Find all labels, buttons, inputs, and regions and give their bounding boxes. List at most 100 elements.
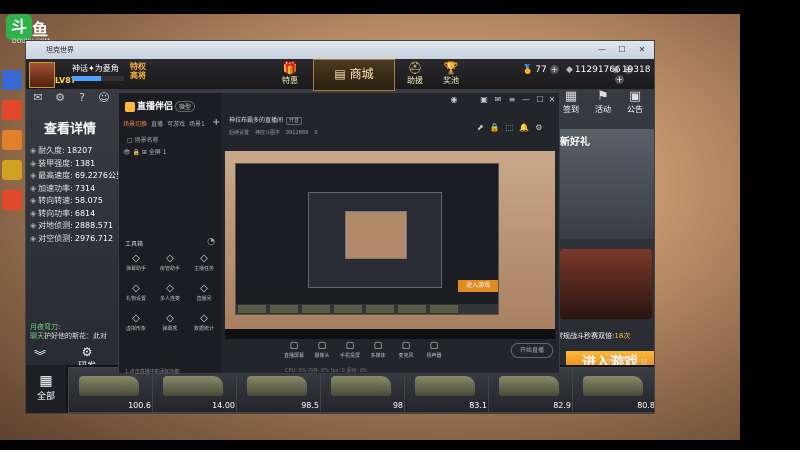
desktop-icon[interactable] xyxy=(2,160,22,180)
stream-tool-icons: ⬈ 🔒 ⬚ 🔔 ⚙ xyxy=(477,123,557,132)
desktop-icon[interactable] xyxy=(2,100,22,120)
tank-image xyxy=(415,376,475,396)
settings-icon[interactable]: ⚙ xyxy=(535,123,542,132)
notification-icon[interactable]: ◉ xyxy=(449,95,459,104)
right-menu: ▦ 签到 ⚑ 活动 ▣ 公告 xyxy=(556,89,654,129)
start-live-button[interactable]: 开始直播 xyxy=(511,343,553,358)
help-icon[interactable]: ? xyxy=(74,91,90,107)
shop-button[interactable]: ▤ 商城 xyxy=(313,59,395,91)
all-tanks-button[interactable]: ▦ 全部 xyxy=(26,365,66,413)
maximize-icon[interactable]: ☐ xyxy=(535,95,545,104)
share-icon[interactable]: ⬈ xyxy=(477,123,484,132)
source-button[interactable]: ▢ 麦克风 xyxy=(393,341,419,359)
mail-icon[interactable]: ✉ xyxy=(493,95,503,104)
task-icon: ◇ xyxy=(200,253,208,264)
scene-row[interactable]: 👁 🔒 ⊞ 全屏 1 xyxy=(123,147,219,156)
player-name: 神话✦为菱角 xyxy=(72,64,119,73)
bell-icon[interactable]: 🔔 xyxy=(519,123,529,132)
desktop-icon[interactable] xyxy=(2,130,22,150)
support-button[interactable]: ⛑ 助援 xyxy=(398,61,432,87)
special-offer-button[interactable]: 🎁 特惠 xyxy=(272,61,308,87)
tool-item[interactable]: ◇ 弹幕助手 xyxy=(119,253,153,277)
scene-tab[interactable]: 可游戏 xyxy=(167,121,185,128)
gold-icon: ◉ xyxy=(612,65,620,75)
mail-icon[interactable]: ✉ xyxy=(30,91,46,107)
notice-button[interactable]: ▣ 公告 xyxy=(620,89,650,115)
tank-score: 80.8 xyxy=(637,401,654,410)
checkin-button[interactable]: ▦ 签到 xyxy=(556,89,586,115)
camera-icon: ▢ xyxy=(317,341,327,351)
tool-item[interactable]: ◇ 房管助手 xyxy=(153,253,187,277)
preview-enter-button: 进入游戏 xyxy=(458,280,498,292)
close-icon[interactable]: ✕ xyxy=(547,95,557,104)
logo-icon xyxy=(125,101,135,112)
tank-score: 98.5 xyxy=(301,401,319,410)
room-title[interactable]: 神拉布霸多的直播间 开直 xyxy=(229,115,303,125)
view-details-button[interactable]: 查看详情 xyxy=(30,119,110,141)
tool-item[interactable]: ◇ 直播间 xyxy=(187,283,221,307)
tool-item[interactable]: ◇ 多人连麦 xyxy=(153,283,187,307)
source-button[interactable]: ▢ 直播屏幕 xyxy=(281,341,307,359)
window-titlebar: 坦克世界 — ☐ ✕ xyxy=(26,41,654,59)
mic-icon: ▢ xyxy=(401,341,411,351)
resource-medals: 🏅 77 + xyxy=(522,65,559,75)
source-button[interactable]: ▢ 摄像头 xyxy=(309,341,335,359)
tool-item[interactable]: ◇ 主播任务 xyxy=(187,253,221,277)
tank-score: 98 xyxy=(392,401,403,410)
coin-icon: ◆ xyxy=(566,65,573,75)
screen-icon: ▢ xyxy=(289,341,299,351)
rank-badge: 特权 高将 xyxy=(130,62,146,80)
shield-icon: ◈ xyxy=(30,146,37,155)
gift-banner[interactable]: 新好礼 xyxy=(554,129,654,239)
source-button[interactable]: ▢ 扬声器 xyxy=(421,341,447,359)
power-icon: ◈ xyxy=(30,183,37,193)
scene-tab[interactable]: 场景1 xyxy=(189,121,205,128)
add-scene-icon[interactable]: + xyxy=(212,117,220,128)
tool-item[interactable]: ◇ 数据统计 xyxy=(187,313,221,337)
tank-image xyxy=(79,376,139,396)
scene-tab[interactable]: 场景切换 xyxy=(123,121,147,128)
stream-main: ◉ ▣ ✉ ≡ — ☐ ✕ 神拉布霸多的直播间 开直 后续设置 神控斗图平 99128… xyxy=(221,93,559,374)
lock-icon[interactable]: 🔒 xyxy=(490,123,500,132)
speaker-icon: ▢ xyxy=(429,341,439,351)
chart-icon: ◇ xyxy=(200,313,208,324)
tool-item[interactable]: ◇ 礼物设置 xyxy=(119,283,153,307)
add-icon[interactable]: + xyxy=(615,75,624,84)
minimize-icon[interactable]: — xyxy=(521,95,531,104)
source-button[interactable]: ▢ 手机投屏 xyxy=(337,341,363,359)
activity-button[interactable]: ⚑ 活动 xyxy=(588,89,618,115)
close-icon[interactable]: ✕ xyxy=(632,43,652,56)
scene-tab[interactable]: 直播 xyxy=(151,121,163,128)
chat-panel[interactable]: 月夜弯刀: 聊天护好他的斯花：此对 xyxy=(30,323,120,341)
settings-icon[interactable]: ⚙ xyxy=(52,91,68,107)
add-icon[interactable]: + xyxy=(549,65,559,74)
minimize-icon[interactable]: — xyxy=(592,43,612,56)
skin-icon[interactable]: ▣ xyxy=(479,95,489,104)
source-button[interactable]: ▢ 多媒体 xyxy=(365,341,391,359)
exp-bar-fill xyxy=(72,76,101,81)
exp-bar xyxy=(72,76,124,81)
maximize-icon[interactable]: ☐ xyxy=(612,43,632,56)
stream-status: CPU: 0% 内存: 0% fps: 0 丢帧: 0% xyxy=(285,368,368,374)
room-meta: 后续设置 神控斗图平 9912888 0 xyxy=(229,130,318,136)
expand-icon[interactable]: ◔ xyxy=(207,237,215,247)
menu-icon[interactable]: ≡ xyxy=(507,95,517,104)
engine-icon: ◈ xyxy=(30,208,37,218)
tool-item[interactable]: ◇ 虚拟形象 xyxy=(119,313,153,337)
tv-icon: ◇ xyxy=(200,283,208,294)
desktop-icon[interactable] xyxy=(2,190,22,210)
friends-icon[interactable]: ☺ xyxy=(96,91,112,107)
tank-card[interactable]: 80.8 xyxy=(572,367,654,413)
desktop-icon[interactable] xyxy=(2,70,22,90)
tool-item[interactable]: ◇ 弹幕秀 xyxy=(153,313,187,337)
preview-nested-window xyxy=(345,211,407,259)
chevron-down-icon[interactable]: ︾ xyxy=(34,347,46,364)
toolbox-footer: 1.点击直播中的添加功能 xyxy=(125,369,180,375)
tank-score: 100.6 xyxy=(128,401,151,410)
mic-group-icon: ◇ xyxy=(166,283,174,294)
avatar[interactable] xyxy=(29,62,55,88)
rewards-button[interactable]: 🏆 奖池 xyxy=(434,61,468,87)
gift-icon: 🎁 xyxy=(282,61,298,75)
save-icon[interactable]: ⬚ xyxy=(506,123,514,132)
scene-item[interactable]: □ 场景名称 xyxy=(127,135,215,144)
